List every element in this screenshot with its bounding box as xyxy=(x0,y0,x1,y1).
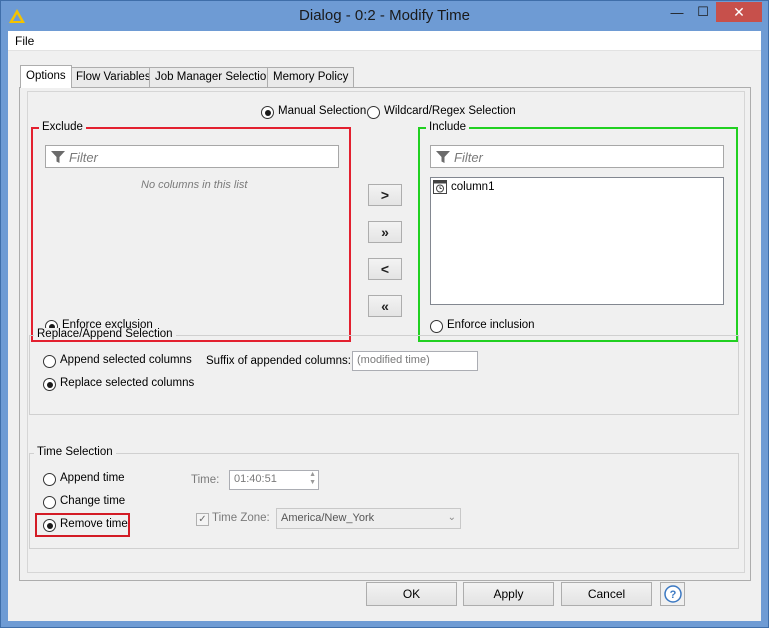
exclude-filter-input[interactable]: Filter xyxy=(45,145,339,168)
time-selection-title: Time Selection xyxy=(34,446,116,458)
change-time-label[interactable]: Change time xyxy=(60,495,125,507)
add-all-button[interactable]: » xyxy=(368,221,402,243)
exclude-empty-message: No columns in this list xyxy=(141,179,248,191)
time-zone-value: America/New_York xyxy=(281,512,375,524)
exclude-filter-placeholder: Filter xyxy=(69,150,98,165)
list-item-label: column1 xyxy=(451,181,495,193)
time-zone-label: Time Zone: xyxy=(212,512,270,524)
time-zone-checkbox[interactable]: ✓ xyxy=(196,513,209,526)
enforce-inclusion-label[interactable]: Enforce inclusion xyxy=(447,319,535,331)
help-icon: ? xyxy=(663,585,682,603)
include-filter-input[interactable]: Filter xyxy=(430,145,724,168)
time-column-icon xyxy=(433,180,447,194)
append-time-label[interactable]: Append time xyxy=(60,472,125,484)
replace-selected-columns-label[interactable]: Replace selected columns xyxy=(60,377,194,389)
exclude-title: Exclude xyxy=(39,121,86,133)
append-selected-columns-label[interactable]: Append selected columns xyxy=(60,354,192,366)
list-item[interactable]: column1 xyxy=(433,179,494,195)
maximize-button[interactable]: ☐ xyxy=(690,2,716,22)
manual-selection-radio[interactable] xyxy=(261,106,274,119)
suffix-label: Suffix of appended columns: xyxy=(206,355,351,367)
apply-button[interactable]: Apply xyxy=(463,582,554,606)
enforce-inclusion-radio[interactable] xyxy=(430,320,443,333)
tab-options[interactable]: Options xyxy=(20,65,72,88)
add-button[interactable]: > xyxy=(368,184,402,206)
time-selection-section: Time Selection Append time Change time R… xyxy=(29,446,739,549)
exclude-group: Exclude Filter No columns in this list E… xyxy=(31,121,351,342)
time-label: Time: xyxy=(191,474,220,486)
cancel-button[interactable]: Cancel xyxy=(561,582,652,606)
spinner-arrows-icon[interactable]: ▲ ▼ xyxy=(309,471,316,487)
ok-button[interactable]: OK xyxy=(366,582,457,606)
tab-flow-variables[interactable]: Flow Variables xyxy=(70,67,157,87)
wildcard-regex-radio[interactable] xyxy=(367,106,380,119)
replace-append-title: Replace/Append Selection xyxy=(34,328,176,340)
remove-all-button[interactable]: « xyxy=(368,295,402,317)
wildcard-regex-label[interactable]: Wildcard/Regex Selection xyxy=(384,105,516,117)
include-filter-placeholder: Filter xyxy=(454,150,483,165)
time-zone-select[interactable]: America/New_York ⌄ xyxy=(276,508,461,529)
include-title: Include xyxy=(426,121,470,133)
menu-file[interactable]: File xyxy=(15,34,34,48)
funnel-icon xyxy=(436,151,450,163)
help-glyph: ? xyxy=(669,589,676,601)
minimize-button[interactable]: — xyxy=(664,2,690,22)
help-button[interactable]: ? xyxy=(660,582,685,606)
dialog-window: Dialog - 0:2 - Modify Time — ☐ ✕ File Op… xyxy=(0,0,769,628)
funnel-icon xyxy=(51,151,65,163)
include-list[interactable]: column1 xyxy=(430,177,724,305)
chevron-down-icon: ⌄ xyxy=(447,512,456,523)
dialog-client: File Options Flow Variables Job Manager … xyxy=(8,31,761,621)
append-time-radio[interactable] xyxy=(43,473,56,486)
time-value: 01:40:51 xyxy=(234,473,277,485)
remove-button[interactable]: < xyxy=(368,258,402,280)
change-time-radio[interactable] xyxy=(43,496,56,509)
title-bar[interactable]: Dialog - 0:2 - Modify Time — ☐ ✕ xyxy=(1,1,768,31)
tab-memory-policy[interactable]: Memory Policy xyxy=(267,67,355,87)
window-title: Dialog - 0:2 - Modify Time xyxy=(299,7,470,24)
time-spinner[interactable]: 01:40:51 ▲ ▼ xyxy=(229,470,319,490)
menu-bar: File xyxy=(8,31,761,51)
tab-job-manager-selection[interactable]: Job Manager Selection xyxy=(149,67,279,87)
include-group: Include Filter column1 Enforce inclusion xyxy=(418,121,738,342)
suffix-input[interactable]: (modified time) xyxy=(352,351,478,371)
remove-time-highlight xyxy=(35,513,130,537)
replace-selected-columns-radio[interactable] xyxy=(43,378,56,391)
append-selected-columns-radio[interactable] xyxy=(43,355,56,368)
close-button[interactable]: ✕ xyxy=(716,2,762,22)
replace-append-section: Replace/Append Selection Append selected… xyxy=(29,328,739,415)
manual-selection-label[interactable]: Manual Selection xyxy=(278,105,366,117)
